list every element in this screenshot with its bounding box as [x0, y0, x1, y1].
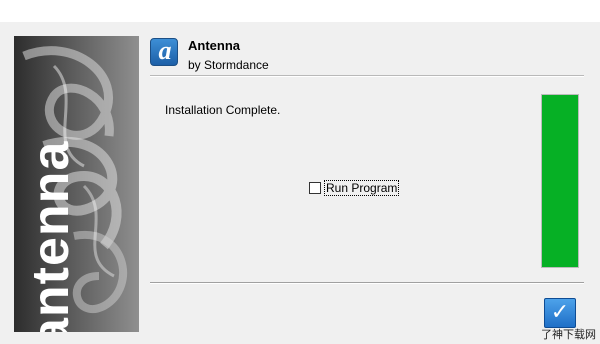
progress-bar: [541, 94, 579, 268]
watermark: 了神下载网: [541, 328, 596, 341]
side-banner: antenna: [14, 36, 139, 332]
publisher-label: by Stormdance: [188, 58, 269, 72]
header-divider: [150, 75, 584, 77]
run-program-label[interactable]: Run Program: [324, 180, 400, 196]
app-icon: a: [150, 36, 178, 66]
app-title: Antenna: [188, 38, 240, 53]
footer-divider: [150, 282, 584, 284]
run-program-checkbox[interactable]: [309, 182, 321, 194]
run-program-option[interactable]: Run Program: [309, 179, 400, 197]
checkmark-icon: ✓: [550, 300, 570, 325]
progress-fill: [542, 95, 578, 267]
banner-text: antenna: [22, 140, 80, 332]
finish-button[interactable]: ✓: [544, 298, 576, 328]
status-text: Installation Complete.: [165, 103, 281, 117]
installer-window: antenna a Antenna by Stormdance Installa…: [0, 22, 600, 344]
app-icon-glyph: a: [158, 36, 172, 65]
